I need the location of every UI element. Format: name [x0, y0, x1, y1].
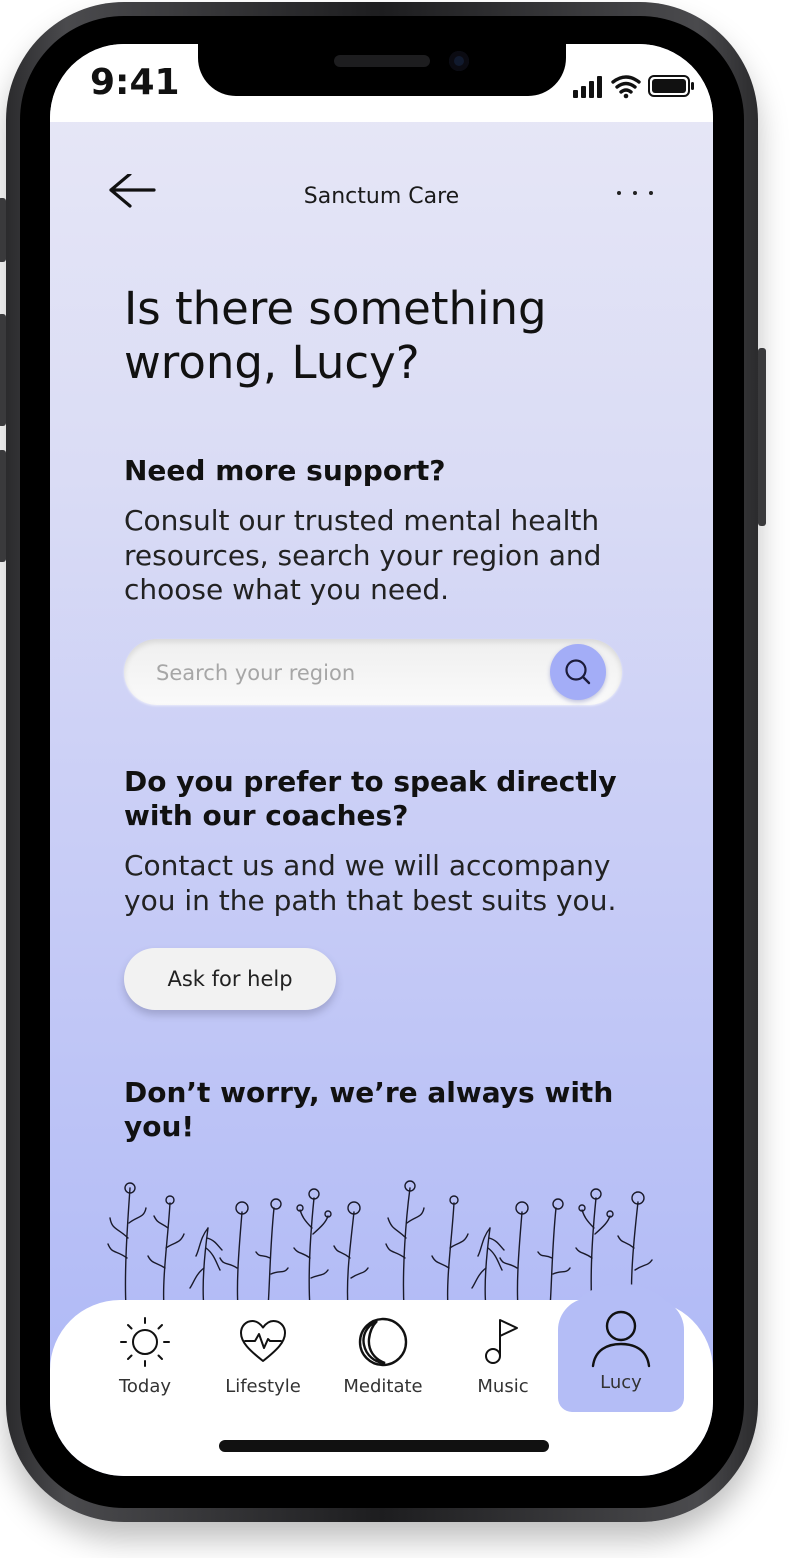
front-camera: [449, 51, 469, 71]
navigation-header: Sanctum Care: [50, 172, 713, 224]
tab-lucy-label: Lucy: [600, 1372, 642, 1393]
tab-meditate[interactable]: Meditate: [328, 1314, 438, 1432]
wildflowers-illustration: [107, 1180, 653, 1308]
signal-icon: [573, 76, 602, 98]
tab-lucy[interactable]: Lucy: [558, 1298, 684, 1412]
tab-music[interactable]: Music: [448, 1314, 558, 1432]
flower-group-left: [107, 1182, 369, 1308]
silent-switch: [0, 198, 6, 262]
region-search-bar: [124, 639, 622, 705]
sun-icon: [120, 1317, 170, 1367]
user-icon: [591, 1310, 651, 1368]
volume-up-button: [0, 314, 6, 426]
tab-lifestyle-label: Lifestyle: [225, 1376, 301, 1397]
music-note-icon: [485, 1319, 518, 1364]
search-button[interactable]: [550, 644, 606, 700]
app-screen: 9:41 Sanctum Care Is there something wro…: [50, 44, 713, 1476]
support-description: Consult our trusted mental health resour…: [124, 504, 602, 606]
tab-lifestyle[interactable]: Lifestyle: [208, 1314, 318, 1432]
status-bar: 9:41: [50, 44, 713, 122]
wifi-icon: [611, 75, 641, 94]
coaches-heading: Do you prefer to speak directly with our…: [124, 765, 617, 832]
status-time: 9:41: [90, 62, 180, 103]
battery-icon: [648, 75, 694, 97]
home-indicator: [219, 1440, 549, 1452]
heart-pulse-icon: [240, 1320, 286, 1362]
ask-for-help-button[interactable]: Ask for help: [124, 948, 336, 1010]
tab-today-label: Today: [118, 1376, 172, 1397]
status-icons: [573, 72, 697, 100]
page-headline: Is there something wrong, Lucy?: [124, 282, 547, 389]
support-heading: Need more support?: [124, 454, 446, 487]
moon-icon: [358, 1317, 408, 1367]
tab-today[interactable]: Today: [90, 1314, 200, 1432]
tab-meditate-label: Meditate: [343, 1376, 423, 1397]
reassurance-text: Don’t worry, we’re always with you!: [124, 1076, 614, 1143]
more-icon: [617, 191, 653, 195]
region-search-input[interactable]: [154, 653, 538, 693]
coaches-description: Contact us and we will accompany you in …: [124, 849, 617, 917]
notch: [198, 44, 566, 96]
speaker-grille: [334, 55, 430, 67]
search-icon: [565, 659, 591, 685]
power-button: [758, 348, 766, 526]
more-options-button[interactable]: [613, 178, 657, 208]
tab-music-label: Music: [477, 1376, 529, 1397]
volume-down-button: [0, 450, 6, 562]
